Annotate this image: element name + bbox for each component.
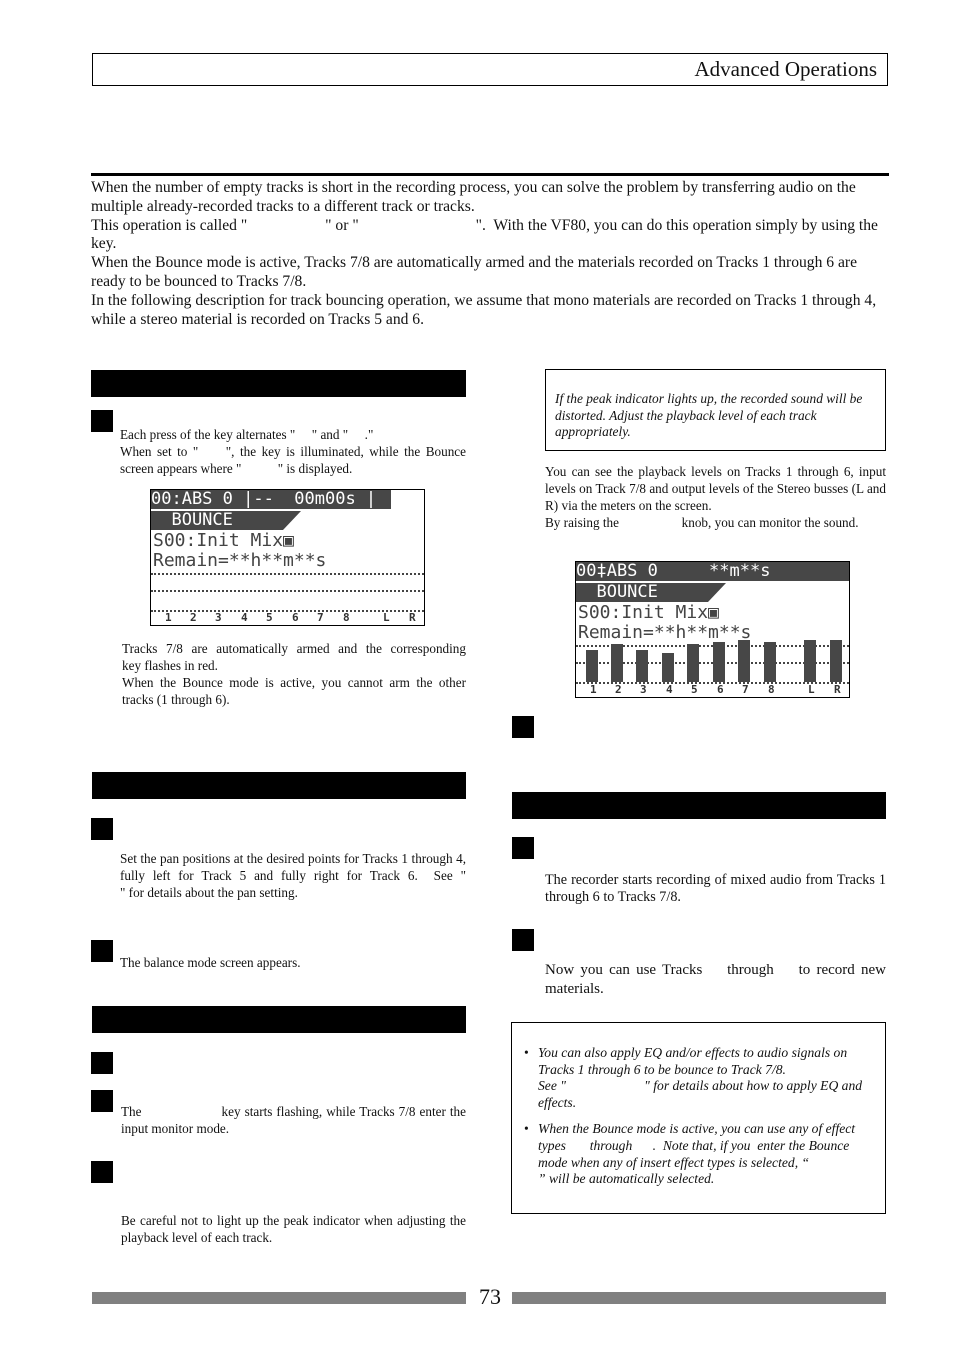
section-heading-bar xyxy=(92,1006,466,1033)
memo-box: You can also apply EQ and/or effects to … xyxy=(511,1022,886,1214)
step-text: Tracks 7/8 are automatically armed and t… xyxy=(122,641,466,707)
lcd-track-label: 6 xyxy=(292,611,299,624)
lcd-track-label: R xyxy=(834,683,841,696)
lcd-gridline xyxy=(151,573,424,575)
intro-paragraph: In the following description for track b… xyxy=(91,291,881,328)
step-description: Tracks 7/8 are automatically armed and t… xyxy=(122,641,466,709)
level-meter-bar xyxy=(738,640,750,682)
step-marker xyxy=(91,1090,113,1112)
level-meter-bar xyxy=(611,644,623,682)
step-description: Now you can use Tracks through to record… xyxy=(545,961,886,999)
lcd-track-label: 6 xyxy=(717,683,724,696)
lcd-track-label: 7 xyxy=(742,683,749,696)
meters-description: You can see the playback levels on Track… xyxy=(545,464,886,532)
lcd-remain-row: Remain=**h**m**s xyxy=(153,550,327,571)
section-heading-bar xyxy=(512,792,886,819)
lcd-remain-row: Remain=**h**m**s xyxy=(578,622,752,643)
footer-bar-right xyxy=(512,1292,886,1304)
step-marker xyxy=(91,1052,113,1074)
step-marker xyxy=(512,837,534,859)
step-marker xyxy=(91,410,113,432)
lcd-track-label: 1 xyxy=(590,683,597,696)
section-heading-bar xyxy=(92,772,466,799)
step-text: The key starts flashing, while Tracks 7/… xyxy=(121,1104,470,1136)
footer-bar-left xyxy=(92,1292,466,1304)
lcd-mode-label: BOUNCE xyxy=(151,511,301,530)
lcd-track-label: 4 xyxy=(666,683,673,696)
step-description: The key starts flashing, while Tracks 7/… xyxy=(121,1104,466,1138)
caution-box: If the peak indicator lights up, the rec… xyxy=(545,369,886,451)
step-marker xyxy=(91,818,113,840)
page-header: Advanced Operations xyxy=(92,53,888,86)
step-marker xyxy=(91,940,113,962)
section-heading-bar xyxy=(91,370,466,397)
level-meter-bar xyxy=(586,650,598,682)
step-marker xyxy=(91,1161,113,1183)
lcd-track-label: 4 xyxy=(241,611,248,624)
step-description: The recorder starts recording of mixed a… xyxy=(545,872,886,906)
step-text: Each press of the key alternates " " and… xyxy=(120,427,466,476)
lcd-mode-label: BOUNCE xyxy=(576,583,726,602)
level-meter-bar xyxy=(804,640,816,682)
step-description: Set the pan positions at the desired poi… xyxy=(120,851,466,902)
level-meter-bar xyxy=(830,640,842,682)
level-meter-bar xyxy=(687,644,699,682)
lcd-track-label: L xyxy=(808,683,815,696)
title-rule xyxy=(91,173,889,176)
lcd-track-label: 8 xyxy=(343,611,350,624)
step-text: The recorder starts recording of mixed a… xyxy=(545,872,890,905)
step-text: Now you can use Tracks through to record… xyxy=(545,962,890,997)
step-marker xyxy=(512,716,534,738)
meters-text: You can see the playback levels on Track… xyxy=(545,464,886,530)
step-description: Be careful not to light up the peak indi… xyxy=(121,1213,466,1247)
level-meter-bar xyxy=(713,642,725,682)
intro-paragraph: When the number of empty tracks is short… xyxy=(91,179,860,215)
caution-text: If the peak indicator lights up, the rec… xyxy=(555,391,866,440)
lcd-gridline xyxy=(151,590,424,592)
lcd-track-label: R xyxy=(409,611,416,624)
intro-text: When the number of empty tracks is short… xyxy=(91,179,889,329)
intro-paragraph: This operation is called " " or " ". Wit… xyxy=(91,216,945,253)
lcd-status-row: 00:ABS 0 |-- 00m00s | xyxy=(151,490,391,509)
lcd-track-label: 5 xyxy=(266,611,273,624)
step-text: Set the pan positions at the desired poi… xyxy=(120,851,549,900)
lcd-track-labels: 1 2 3 4 5 6 7 8 L R xyxy=(576,683,849,697)
header-title: Advanced Operations xyxy=(694,57,877,81)
lcd-track-label: 3 xyxy=(215,611,222,624)
lcd-screen-bounce-meters: 00‡ABS 0 **m**s BOUNCE S00:Init Mix▣ Rem… xyxy=(575,561,850,698)
lcd-status-row: 00‡ABS 0 **m**s xyxy=(576,562,849,581)
lcd-track-label: 2 xyxy=(615,683,622,696)
lcd-track-label: 8 xyxy=(768,683,775,696)
lcd-track-label: 7 xyxy=(317,611,324,624)
level-meter-bar xyxy=(662,653,674,682)
lcd-track-label: L xyxy=(383,611,390,624)
lcd-screen-bounce: 00:ABS 0 |-- 00m00s | BOUNCE S00:Init Mi… xyxy=(150,489,425,626)
lcd-track-label: 2 xyxy=(190,611,197,624)
step-text: The balance mode screen appears. xyxy=(120,955,301,970)
lcd-track-label: 3 xyxy=(640,683,647,696)
lcd-scene-row: S00:Init Mix▣ xyxy=(578,602,719,623)
step-marker xyxy=(512,929,534,951)
step-text: Be careful not to light up the peak indi… xyxy=(121,1213,470,1245)
lcd-track-labels: 1 2 3 4 5 6 7 8 L R xyxy=(151,611,424,625)
step-description: Each press of the key alternates " " and… xyxy=(120,427,466,478)
intro-paragraph: When the Bounce mode is active, Tracks 7… xyxy=(91,254,861,290)
memo-item: When the Bounce mode is active, you can … xyxy=(524,1121,875,1187)
lcd-track-label: 5 xyxy=(691,683,698,696)
step-description: The balance mode screen appears. xyxy=(120,955,466,972)
lcd-scene-row: S00:Init Mix▣ xyxy=(153,530,294,551)
lcd-track-label: 1 xyxy=(165,611,172,624)
memo-item: You can also apply EQ and/or effects to … xyxy=(524,1045,875,1111)
page-number: 73 xyxy=(479,1284,501,1309)
level-meter-bar xyxy=(636,650,648,682)
level-meter-bar xyxy=(764,642,776,682)
